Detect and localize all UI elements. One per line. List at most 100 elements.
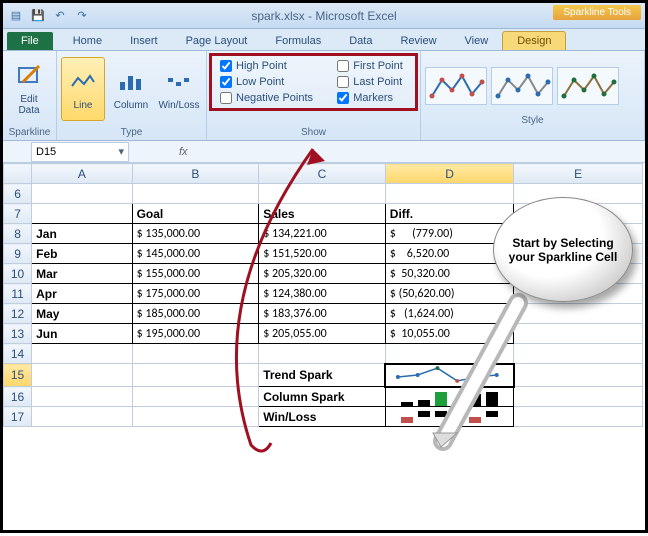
cell-D7[interactable]: Diff. bbox=[385, 204, 514, 224]
negative-points-checkbox[interactable] bbox=[220, 92, 232, 104]
tab-data[interactable]: Data bbox=[335, 32, 386, 50]
cell-C8[interactable]: $ 134,221.00 bbox=[259, 224, 386, 244]
cell-E8[interactable] bbox=[514, 224, 643, 244]
col-header-E[interactable]: E bbox=[514, 164, 643, 184]
cell-A10[interactable]: Mar bbox=[32, 264, 132, 284]
row-header-12[interactable]: 12 bbox=[4, 304, 32, 324]
cell-D13[interactable]: $ 10,055.00 bbox=[385, 324, 514, 344]
undo-icon[interactable]: ↶ bbox=[51, 7, 69, 25]
tab-formulas[interactable]: Formulas bbox=[261, 32, 335, 50]
chk-markers[interactable]: Markers bbox=[337, 92, 407, 104]
cell-D6[interactable] bbox=[385, 184, 514, 204]
row-header-16[interactable]: 16 bbox=[4, 387, 32, 407]
style-preset-2[interactable] bbox=[491, 67, 553, 105]
cell-D14[interactable] bbox=[385, 344, 514, 364]
cell-D8[interactable]: $ (779.00) bbox=[385, 224, 514, 244]
cell-C9[interactable]: $ 151,520.00 bbox=[259, 244, 386, 264]
cell-A13[interactable]: Jun bbox=[32, 324, 132, 344]
cell-B6[interactable] bbox=[132, 184, 259, 204]
cell-A16[interactable] bbox=[32, 387, 132, 407]
cell-E6[interactable] bbox=[514, 184, 643, 204]
row-header-13[interactable]: 13 bbox=[4, 324, 32, 344]
cell-C14[interactable] bbox=[259, 344, 386, 364]
cell-A9[interactable]: Feb bbox=[32, 244, 132, 264]
chk-low-point[interactable]: Low Point bbox=[220, 76, 317, 88]
cell-D12[interactable]: $ (1,624.00) bbox=[385, 304, 514, 324]
tab-home[interactable]: Home bbox=[59, 32, 116, 50]
cell-C12[interactable]: $ 183,376.00 bbox=[259, 304, 386, 324]
col-header-D[interactable]: D bbox=[385, 164, 514, 184]
type-winloss-button[interactable]: Win/Loss bbox=[157, 57, 201, 121]
cell-D11[interactable]: $ (50,620.00) bbox=[385, 284, 514, 304]
col-header-B[interactable]: B bbox=[132, 164, 259, 184]
cell-C17[interactable]: Win/Loss bbox=[259, 407, 386, 427]
row-header-8[interactable]: 8 bbox=[4, 224, 32, 244]
last-point-checkbox[interactable] bbox=[337, 76, 349, 88]
chk-negative-points[interactable]: Negative Points bbox=[220, 92, 317, 104]
save-icon[interactable]: 💾 bbox=[29, 7, 47, 25]
cell-E14[interactable] bbox=[514, 344, 643, 364]
cell-A15[interactable] bbox=[32, 364, 132, 387]
name-box[interactable]: D15 ▾ bbox=[31, 142, 129, 162]
chk-last-point[interactable]: Last Point bbox=[337, 76, 407, 88]
cell-E12[interactable] bbox=[514, 304, 643, 324]
cell-E16[interactable] bbox=[514, 387, 643, 407]
cell-A6[interactable] bbox=[32, 184, 132, 204]
cell-B16[interactable] bbox=[132, 387, 259, 407]
row-header-11[interactable]: 11 bbox=[4, 284, 32, 304]
first-point-checkbox[interactable] bbox=[337, 60, 349, 72]
chk-first-point[interactable]: First Point bbox=[337, 60, 407, 72]
cell-B12[interactable]: $ 185,000.00 bbox=[132, 304, 259, 324]
cell-E11[interactable] bbox=[514, 284, 643, 304]
tab-insert[interactable]: Insert bbox=[116, 32, 172, 50]
tab-page-layout[interactable]: Page Layout bbox=[172, 32, 262, 50]
cell-D16[interactable] bbox=[385, 387, 514, 407]
edit-data-button[interactable]: Edit Data bbox=[7, 57, 51, 121]
row-header-15[interactable]: 15 bbox=[4, 364, 32, 387]
cell-A7[interactable] bbox=[32, 204, 132, 224]
type-line-button[interactable]: Line bbox=[61, 57, 105, 121]
redo-icon[interactable]: ↷ bbox=[73, 7, 91, 25]
tab-file[interactable]: File bbox=[7, 32, 53, 50]
cell-C6[interactable] bbox=[259, 184, 386, 204]
cell-B11[interactable]: $ 175,000.00 bbox=[132, 284, 259, 304]
tab-review[interactable]: Review bbox=[386, 32, 450, 50]
cell-A8[interactable]: Jan bbox=[32, 224, 132, 244]
cell-E7[interactable] bbox=[514, 204, 643, 224]
cell-B17[interactable] bbox=[132, 407, 259, 427]
tab-design[interactable]: Design bbox=[502, 31, 566, 50]
cell-B14[interactable] bbox=[132, 344, 259, 364]
cell-A17[interactable] bbox=[32, 407, 132, 427]
cell-A14[interactable] bbox=[32, 344, 132, 364]
col-header-C[interactable]: C bbox=[259, 164, 386, 184]
markers-checkbox[interactable] bbox=[337, 92, 349, 104]
cell-B10[interactable]: $ 155,000.00 bbox=[132, 264, 259, 284]
row-header-6[interactable]: 6 bbox=[4, 184, 32, 204]
style-preset-1[interactable] bbox=[425, 67, 487, 105]
cell-B7[interactable]: Goal bbox=[132, 204, 259, 224]
cell-B15[interactable] bbox=[132, 364, 259, 387]
low-point-checkbox[interactable] bbox=[220, 76, 232, 88]
chk-high-point[interactable]: High Point bbox=[220, 60, 317, 72]
cell-E9[interactable] bbox=[514, 244, 643, 264]
cell-B8[interactable]: $ 135,000.00 bbox=[132, 224, 259, 244]
spreadsheet-table[interactable]: ABCDE67GoalSalesDiff.8Jan$ 135,000.00$ 1… bbox=[3, 163, 643, 427]
cell-E15[interactable] bbox=[514, 364, 643, 387]
name-box-dropdown-icon[interactable]: ▾ bbox=[118, 145, 124, 158]
row-header-7[interactable]: 7 bbox=[4, 204, 32, 224]
cell-E10[interactable] bbox=[514, 264, 643, 284]
cell-C10[interactable]: $ 205,320.00 bbox=[259, 264, 386, 284]
cell-C7[interactable]: Sales bbox=[259, 204, 386, 224]
style-preset-3[interactable] bbox=[557, 67, 619, 105]
tab-view[interactable]: View bbox=[451, 32, 503, 50]
col-header-A[interactable]: A bbox=[32, 164, 132, 184]
cell-C11[interactable]: $ 124,380.00 bbox=[259, 284, 386, 304]
cell-C13[interactable]: $ 205,055.00 bbox=[259, 324, 386, 344]
cell-D17[interactable] bbox=[385, 407, 514, 427]
row-header-9[interactable]: 9 bbox=[4, 244, 32, 264]
cell-E17[interactable] bbox=[514, 407, 643, 427]
cell-B9[interactable]: $ 145,000.00 bbox=[132, 244, 259, 264]
cell-D10[interactable]: $ 50,320.00 bbox=[385, 264, 514, 284]
cell-A12[interactable]: May bbox=[32, 304, 132, 324]
fx-icon[interactable]: fx bbox=[179, 146, 188, 158]
